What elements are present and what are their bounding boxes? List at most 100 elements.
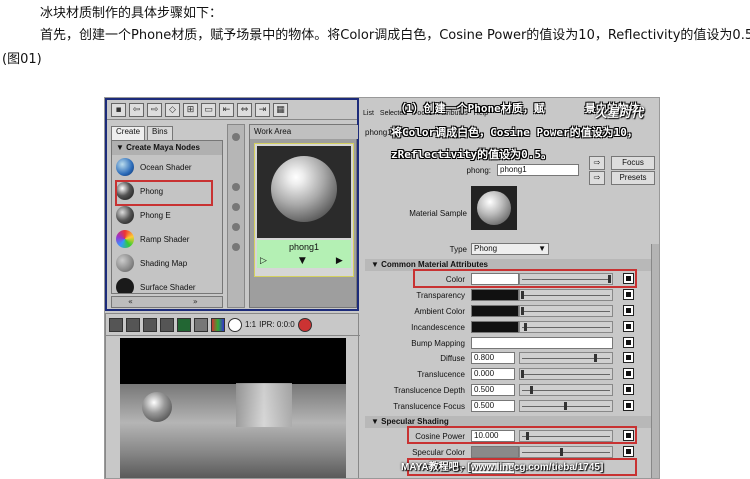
grid-icon[interactable]: ▪ bbox=[111, 102, 126, 117]
create-maya-nodes-header[interactable]: ▼ Create Maya Nodes bbox=[112, 141, 222, 155]
attr-bump-label: Bump Mapping bbox=[411, 339, 465, 348]
clapper-icon[interactable] bbox=[109, 317, 123, 332]
phong1-node[interactable]: phong1 ▷ ▼ ▶ bbox=[254, 143, 354, 277]
cosine-highlight bbox=[407, 426, 637, 444]
tab-bins[interactable]: Bins bbox=[147, 126, 173, 140]
camera-icon[interactable] bbox=[143, 317, 157, 332]
attr-transparency-slider[interactable] bbox=[519, 289, 613, 301]
layout-icon[interactable]: ▭ bbox=[201, 102, 216, 117]
ae-tab[interactable]: phong1 bbox=[365, 128, 392, 137]
bin-dot[interactable] bbox=[232, 243, 240, 251]
map-button[interactable] bbox=[623, 337, 634, 348]
ratio-label: 1:1 bbox=[245, 320, 257, 329]
list-item[interactable]: Surface Shader bbox=[112, 275, 222, 293]
attr-incandescence-label: Incandescence bbox=[411, 323, 465, 332]
io-icon[interactable]: ⇔ bbox=[237, 102, 252, 117]
watermark-logo: 火星时代 bbox=[595, 106, 644, 120]
presets-arrow-icon[interactable]: ⇨ bbox=[589, 171, 605, 185]
list-item[interactable]: Ramp Shader bbox=[112, 227, 222, 251]
annotation-line2: 将Color调成白色，Cosine Power的值设为10， bbox=[391, 126, 638, 139]
graph-icon[interactable]: ⊞ bbox=[183, 102, 198, 117]
type-select[interactable]: Phong ▼ bbox=[471, 243, 549, 255]
tab-create[interactable]: Create bbox=[111, 126, 146, 140]
map-button[interactable] bbox=[623, 321, 634, 332]
attr-specular-color-slider[interactable] bbox=[519, 446, 613, 458]
hypershade-tabs: Create Bins bbox=[111, 126, 223, 140]
attr-diffuse-slider[interactable] bbox=[519, 352, 613, 364]
watermark-url: MAYA教程吧 - [www.linecg.com/tieba/1745] bbox=[401, 462, 604, 473]
hypershade-panel: ▪ ⇦ ⇨ ◇ ⊞ ▭ ⇤ ⇔ ⇥ ▦ Create Bins ▼ Create… bbox=[105, 98, 359, 311]
figure-ref: (图01) bbox=[2, 52, 42, 67]
list-item[interactable]: Shading Map bbox=[112, 251, 222, 275]
input-icon[interactable]: ⇤ bbox=[219, 102, 234, 117]
node-name-field[interactable]: phong1 bbox=[497, 164, 579, 176]
bin-strip bbox=[227, 124, 245, 308]
attr-ambient-swatch[interactable] bbox=[471, 305, 519, 317]
attr-transdepth-field[interactable]: 0.500 bbox=[471, 384, 515, 396]
display-icon[interactable] bbox=[228, 317, 242, 332]
arrow-right-icon[interactable]: ⇨ bbox=[147, 102, 162, 117]
ipr-label: IPR: 0:0:0 bbox=[259, 320, 295, 329]
material-sample bbox=[471, 186, 517, 230]
map-button[interactable] bbox=[623, 289, 634, 300]
focus-arrow-icon[interactable]: ⇨ bbox=[589, 156, 605, 170]
map-button[interactable] bbox=[623, 305, 634, 316]
map-button[interactable] bbox=[623, 368, 634, 379]
attr-transparency-swatch[interactable] bbox=[471, 289, 519, 301]
map-button[interactable] bbox=[623, 352, 634, 363]
list-item[interactable]: Phong E bbox=[112, 203, 222, 227]
attr-ambient-slider[interactable] bbox=[519, 305, 613, 317]
type-label: Type bbox=[449, 245, 467, 254]
clapper-icon[interactable] bbox=[160, 317, 174, 332]
snapshot-icon[interactable] bbox=[194, 317, 208, 332]
map-button[interactable] bbox=[623, 384, 634, 395]
attr-translucence-field[interactable]: 0.000 bbox=[471, 368, 515, 380]
annotation-line3: zReflectivity的值设为0.5。 bbox=[391, 148, 552, 161]
attr-diffuse-field[interactable]: 0.800 bbox=[471, 352, 515, 364]
clear-icon[interactable]: ▦ bbox=[273, 102, 288, 117]
clapper-icon[interactable] bbox=[126, 317, 140, 332]
menu-list[interactable]: List bbox=[363, 110, 374, 120]
hypershade-toolbar: ▪ ⇦ ⇨ ◇ ⊞ ▭ ⇤ ⇔ ⇥ ▦ bbox=[107, 100, 357, 120]
page: 冰块材质制作的具体步骤如下： 首先，创建一个Phone材质，赋予场景中的物体。将… bbox=[0, 0, 750, 479]
attr-specular-color-swatch[interactable] bbox=[471, 446, 519, 458]
color-highlight bbox=[413, 269, 637, 288]
output-icon[interactable]: ⇥ bbox=[255, 102, 270, 117]
attr-transfocus-label: Translucence Focus bbox=[393, 402, 465, 411]
attr-incandescence-swatch[interactable] bbox=[471, 321, 519, 333]
node-type-label: phong: bbox=[466, 166, 491, 175]
attr-transdepth-slider[interactable] bbox=[519, 384, 613, 396]
bin-dot[interactable] bbox=[232, 183, 240, 191]
article-heading: 冰块材质制作的具体步骤如下： bbox=[40, 6, 223, 21]
attr-transdepth-label: Translucence Depth bbox=[393, 386, 465, 395]
ocean-shader-icon bbox=[116, 158, 134, 176]
ipr-icon[interactable] bbox=[177, 317, 191, 332]
arrow-left-icon[interactable]: ⇦ bbox=[129, 102, 144, 117]
bin-dot[interactable] bbox=[232, 223, 240, 231]
attr-specular-color-label: Specular Color bbox=[412, 448, 465, 457]
surface-shader-icon bbox=[116, 278, 134, 293]
attr-incandescence-slider[interactable] bbox=[519, 321, 613, 333]
attr-translucence-slider[interactable] bbox=[519, 368, 613, 380]
ae-scrollbar[interactable] bbox=[651, 244, 659, 478]
attr-transfocus-field[interactable]: 0.500 bbox=[471, 400, 515, 412]
bin-dot[interactable] bbox=[232, 203, 240, 211]
stop-icon[interactable] bbox=[297, 317, 312, 332]
focus-button[interactable]: Focus bbox=[611, 156, 655, 170]
phong-swatch bbox=[257, 146, 351, 238]
list-item[interactable]: Ocean Shader bbox=[112, 155, 222, 179]
ramp-shader-icon bbox=[116, 230, 134, 248]
node-ports[interactable]: ▷ ▼ ▶ bbox=[257, 254, 351, 268]
attr-transfocus-slider[interactable] bbox=[519, 400, 613, 412]
rgb-icon[interactable] bbox=[211, 317, 225, 332]
list-scrollbar[interactable]: «» bbox=[111, 296, 223, 308]
eraser-icon[interactable]: ◇ bbox=[165, 102, 180, 117]
material-sample-label: Material Sample bbox=[409, 209, 467, 218]
bin-dot[interactable] bbox=[232, 133, 240, 141]
phong-highlight bbox=[115, 180, 213, 206]
presets-button[interactable]: Presets bbox=[611, 171, 655, 185]
map-button[interactable] bbox=[623, 400, 634, 411]
render-toolbar: 1:1 IPR: 0:0:0 bbox=[106, 314, 360, 336]
map-button[interactable] bbox=[623, 446, 634, 457]
attr-bump-field[interactable] bbox=[471, 337, 613, 349]
